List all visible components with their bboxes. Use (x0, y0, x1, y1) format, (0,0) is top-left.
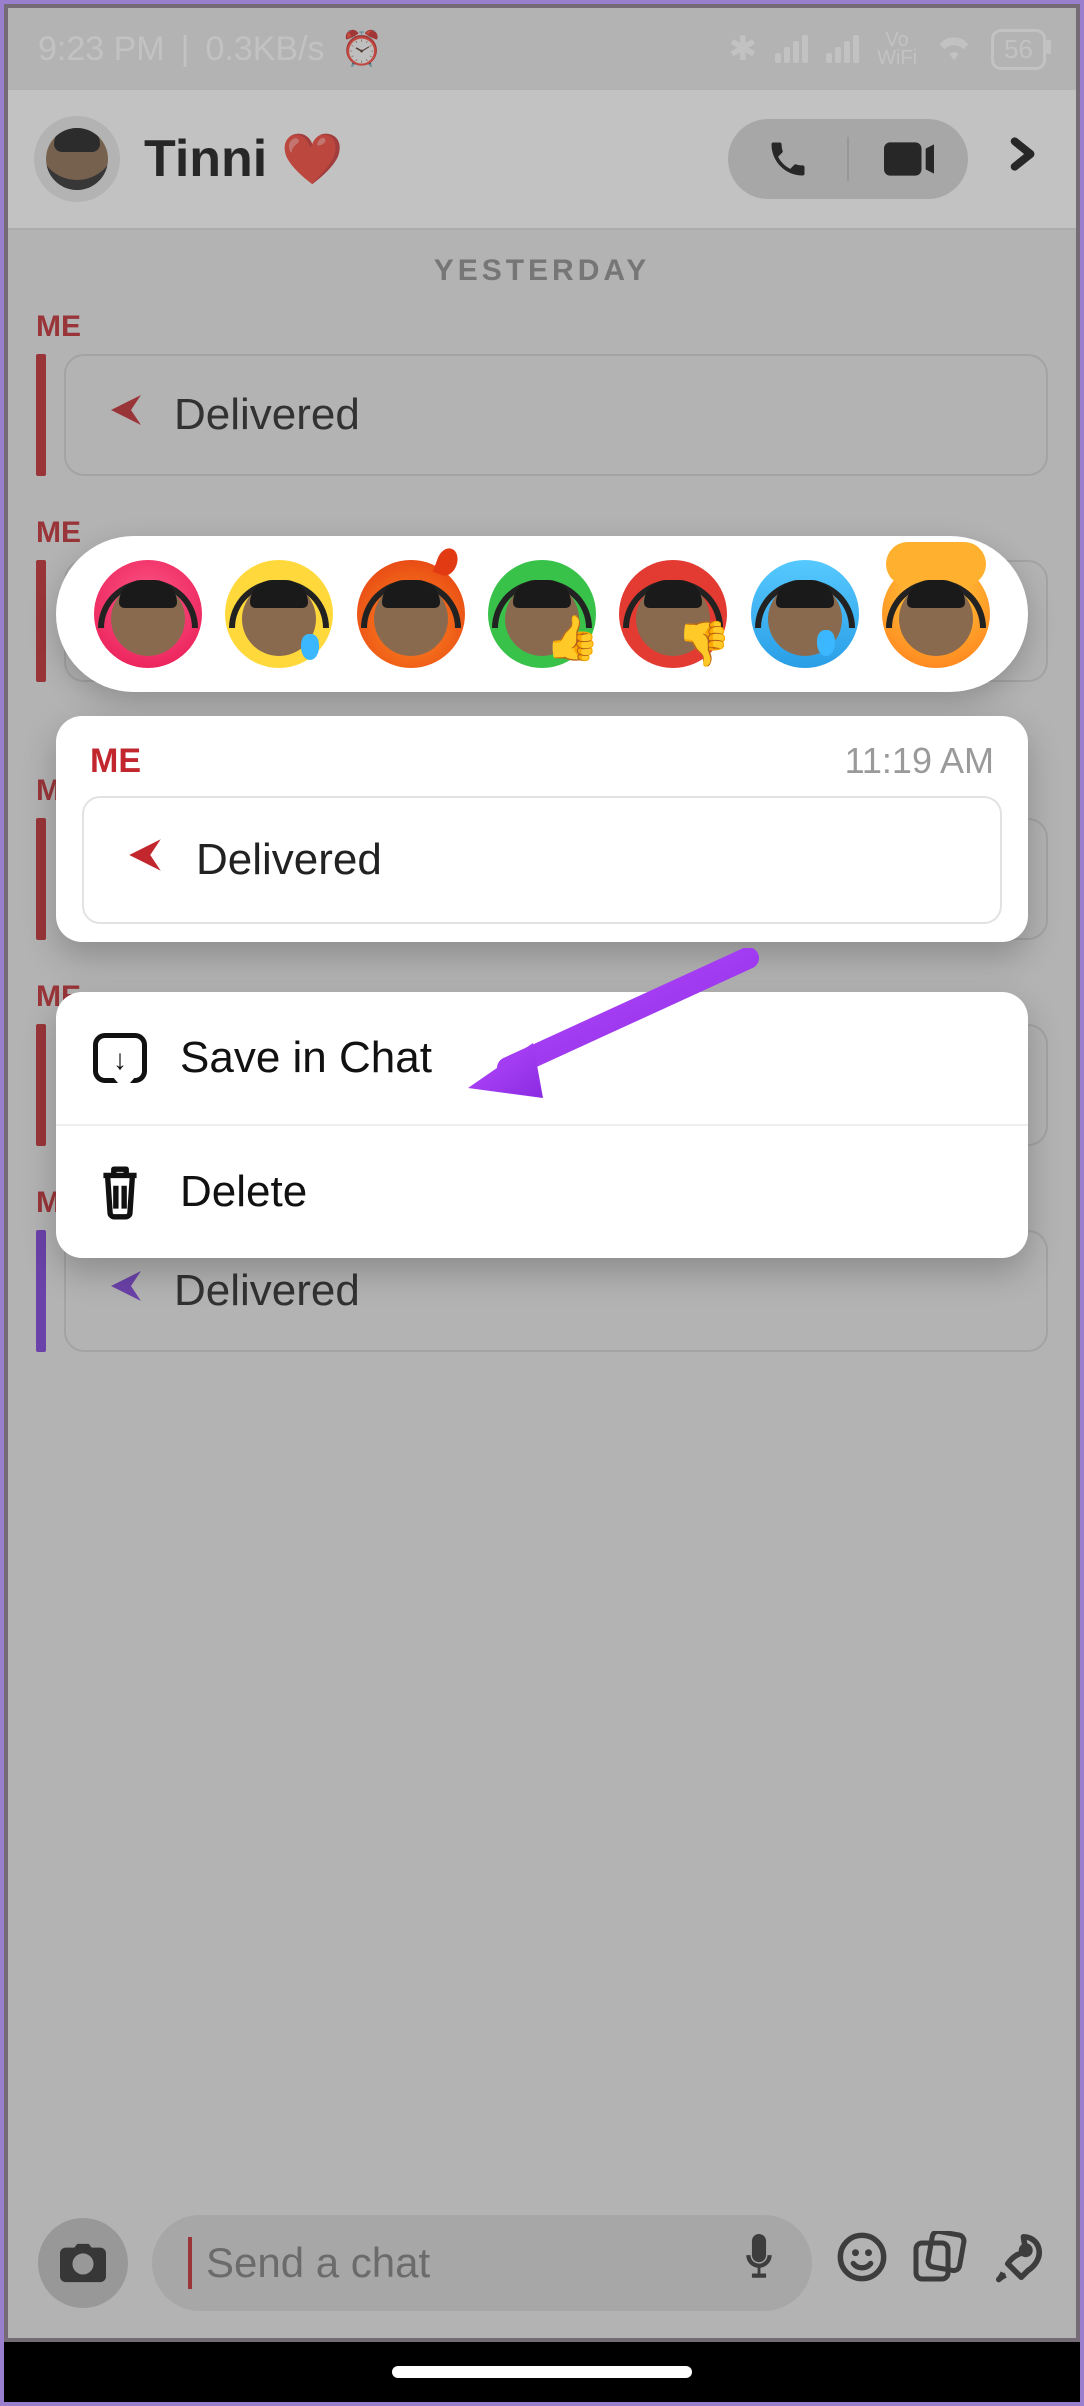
reaction-heart[interactable] (88, 554, 208, 674)
trash-icon (90, 1162, 150, 1222)
menu-delete[interactable]: Delete (56, 1124, 1028, 1258)
reaction-thumbs-up[interactable]: 👍 (482, 554, 602, 674)
reaction-sad[interactable] (745, 554, 865, 674)
reaction-lol[interactable] (219, 554, 339, 674)
reaction-thumbs-down[interactable]: 👍 (613, 554, 733, 674)
os-navigation-bar (4, 2342, 1080, 2402)
selected-timestamp: 11:19 AM (845, 740, 994, 782)
reactions-bar: 👍 👍 (56, 536, 1028, 692)
reaction-fire[interactable] (351, 554, 471, 674)
reaction-mind-blown[interactable] (876, 554, 996, 674)
home-indicator-icon[interactable] (392, 2366, 692, 2378)
selected-sender-label: ME (90, 742, 141, 781)
save-in-chat-icon: ↓ (90, 1028, 150, 1088)
delivery-status: Delivered (196, 835, 382, 885)
sent-snap-icon (124, 834, 166, 887)
message-context-menu: ↓ Save in Chat Delete (56, 992, 1028, 1258)
selected-message-bubble[interactable]: Delivered (82, 796, 1002, 924)
menu-save-in-chat[interactable]: ↓ Save in Chat (56, 992, 1028, 1124)
selected-message-card: ME 11:19 AM Delivered (56, 716, 1028, 942)
